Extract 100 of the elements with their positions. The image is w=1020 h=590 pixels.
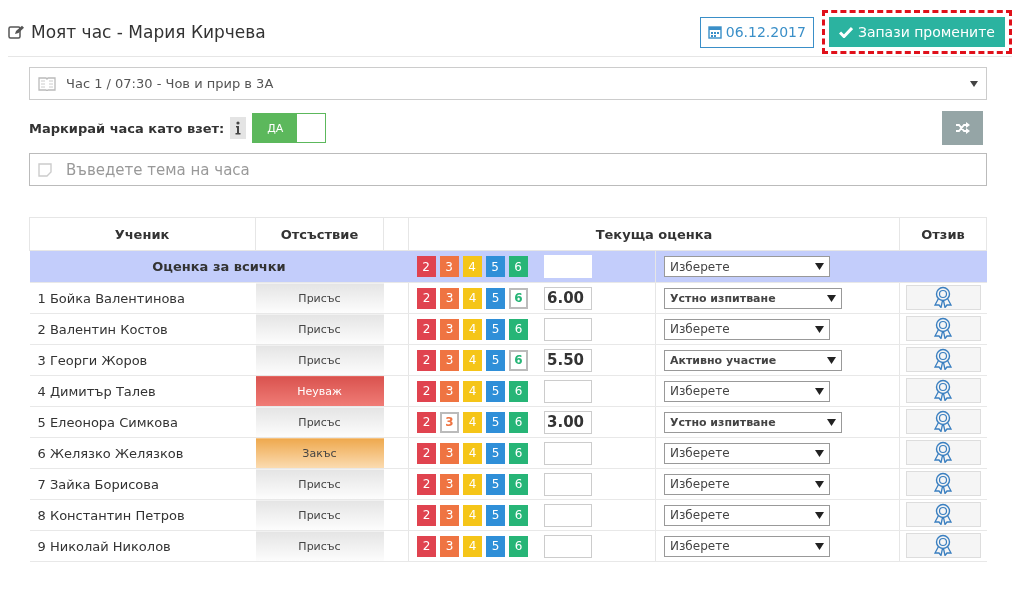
grade-button[interactable]: 2 bbox=[417, 318, 436, 340]
reason-select[interactable]: Активно участие bbox=[664, 349, 842, 371]
grade-input[interactable] bbox=[544, 379, 592, 403]
grade-input[interactable]: 3.00 bbox=[544, 410, 592, 434]
absence-button[interactable]: Присъс bbox=[255, 468, 384, 500]
feedback-button[interactable] bbox=[905, 408, 981, 434]
reason-select[interactable]: Изберете bbox=[664, 318, 830, 340]
grade-button[interactable]: 6 bbox=[509, 442, 528, 464]
edit-icon bbox=[8, 24, 25, 40]
grade-button[interactable]: 3 bbox=[440, 318, 459, 340]
absence-button[interactable]: Присъс bbox=[255, 313, 384, 345]
reason-select[interactable]: Изберете bbox=[664, 442, 830, 464]
reason-select[interactable]: Устно изпитване bbox=[664, 411, 842, 433]
grade-button[interactable]: 3 bbox=[440, 442, 459, 464]
column-header: Текуща оценка bbox=[408, 217, 900, 251]
grade-button[interactable]: 6 bbox=[509, 473, 528, 495]
student-name: 1 Бойка Валентинова bbox=[29, 282, 256, 314]
grade-button[interactable]: 3 bbox=[440, 473, 459, 495]
caret-icon bbox=[815, 480, 824, 488]
reason-select[interactable]: Изберете bbox=[664, 504, 830, 526]
grade-button[interactable]: 2 bbox=[417, 411, 436, 433]
award-icon bbox=[933, 503, 954, 526]
absence-button[interactable]: Присъс bbox=[255, 499, 384, 531]
grade-input[interactable] bbox=[544, 441, 592, 465]
grade-button[interactable]: 6 bbox=[509, 535, 528, 557]
grade-button[interactable]: 3 bbox=[440, 535, 459, 557]
caret-icon bbox=[970, 80, 978, 87]
grade-button[interactable]: 2 bbox=[417, 287, 436, 309]
award-icon bbox=[933, 317, 954, 340]
grade-button[interactable]: 3 bbox=[439, 256, 459, 277]
absence-button[interactable]: Присъс bbox=[255, 344, 384, 376]
date-button[interactable]: 06.12.2017 bbox=[699, 16, 814, 48]
student-name: 6 Желязко Желязков bbox=[29, 437, 256, 469]
grade-button[interactable]: 5 bbox=[486, 535, 505, 557]
grade-button[interactable]: 6 bbox=[509, 504, 528, 526]
student-name: 7 Зайка Борисова bbox=[29, 468, 256, 500]
grade-button[interactable]: 5 bbox=[486, 504, 505, 526]
feedback-button[interactable] bbox=[905, 284, 981, 310]
topic-field[interactable]: Въведете тема на часа bbox=[29, 153, 987, 186]
save-button[interactable]: Запази промените bbox=[828, 17, 1005, 47]
absence-button[interactable]: Закъс bbox=[255, 437, 384, 469]
column-header: Отзив bbox=[899, 217, 987, 251]
reason-select[interactable]: Изберете bbox=[664, 535, 830, 557]
column-header: Ученик bbox=[29, 217, 256, 251]
absence-button[interactable]: Присъс bbox=[255, 282, 384, 314]
feedback-button[interactable] bbox=[905, 470, 981, 496]
grade-input[interactable]: 5.50 bbox=[544, 348, 592, 372]
grade-button[interactable]: 5 bbox=[486, 318, 505, 340]
grade-button[interactable]: 3 bbox=[440, 380, 459, 402]
caret-icon bbox=[815, 449, 824, 457]
column-header: Отсъствие bbox=[255, 217, 384, 251]
shuffle-button[interactable] bbox=[942, 111, 983, 145]
grade-input[interactable] bbox=[544, 472, 592, 496]
feedback-button[interactable] bbox=[905, 501, 981, 527]
feedback-button[interactable] bbox=[905, 377, 981, 403]
grade-button[interactable]: 5 bbox=[486, 287, 505, 309]
feedback-button[interactable] bbox=[905, 315, 981, 341]
grade-button[interactable]: 5 bbox=[485, 256, 505, 277]
absence-button[interactable]: Присъс bbox=[255, 406, 384, 438]
grade-input[interactable]: 6.00 bbox=[544, 286, 592, 310]
feedback-button[interactable] bbox=[905, 532, 981, 558]
grade-button[interactable]: 2 bbox=[416, 256, 436, 277]
toggle-switch[interactable]: ДА bbox=[252, 113, 327, 143]
grade-button[interactable]: 2 bbox=[417, 380, 436, 402]
reason-select[interactable]: Изберете bbox=[664, 473, 830, 495]
grade-input[interactable] bbox=[544, 503, 592, 527]
grade-button[interactable]: 6 bbox=[509, 411, 528, 433]
grade-button[interactable]: 3 bbox=[440, 411, 459, 433]
caret-icon bbox=[815, 263, 824, 270]
grade-button[interactable]: 5 bbox=[486, 411, 505, 433]
feedback-button[interactable] bbox=[905, 439, 981, 465]
absence-button[interactable]: Присъс bbox=[255, 530, 384, 562]
absence-button[interactable]: Неуваж bbox=[255, 375, 384, 407]
grade-button[interactable]: 2 bbox=[417, 442, 436, 464]
grade-button[interactable]: 6 bbox=[508, 256, 528, 277]
grade-button[interactable]: 5 bbox=[486, 349, 505, 371]
book-icon bbox=[38, 76, 56, 91]
grade-button[interactable]: 3 bbox=[440, 504, 459, 526]
grade-button[interactable]: 2 bbox=[417, 473, 436, 495]
grade-button[interactable]: 6 bbox=[509, 318, 528, 340]
grade-input[interactable] bbox=[544, 534, 592, 558]
grade-button[interactable]: 6 bbox=[509, 380, 528, 402]
grade-button[interactable]: 2 bbox=[417, 504, 436, 526]
grade-button[interactable]: 3 bbox=[440, 349, 459, 371]
lesson-select[interactable]: Час 1 / 07:30 - Чов и прир в 3А bbox=[29, 67, 987, 100]
grade-button[interactable]: 3 bbox=[440, 287, 459, 309]
grade-input[interactable] bbox=[544, 317, 592, 341]
grade-button[interactable]: 5 bbox=[486, 442, 505, 464]
grade-button[interactable]: 6 bbox=[509, 349, 528, 371]
grade-button[interactable]: 5 bbox=[486, 380, 505, 402]
caret-icon bbox=[827, 356, 836, 364]
grade-button[interactable]: 5 bbox=[486, 473, 505, 495]
grade-button[interactable]: 6 bbox=[509, 287, 528, 309]
grade-button[interactable]: 2 bbox=[417, 535, 436, 557]
reason-select[interactable]: Изберете bbox=[664, 256, 830, 277]
grade-button[interactable]: 2 bbox=[417, 349, 436, 371]
reason-select[interactable]: Изберете bbox=[664, 380, 830, 402]
reason-select[interactable]: Устно изпитване bbox=[664, 287, 842, 309]
caret-icon bbox=[815, 542, 824, 550]
feedback-button[interactable] bbox=[905, 346, 981, 372]
